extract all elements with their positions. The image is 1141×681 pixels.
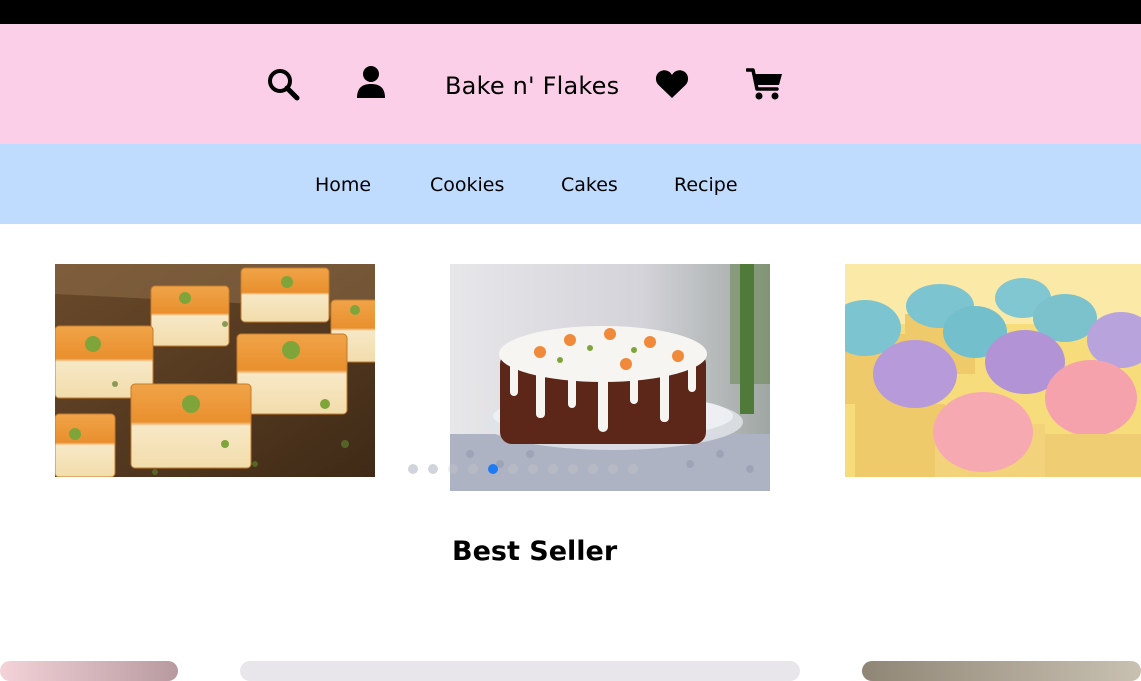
user-icon[interactable] [356,66,386,98]
carousel-dot-8[interactable] [548,464,558,474]
carousel-slide-pastry-squares[interactable] [55,264,375,477]
brand-name[interactable]: Bake n' Flakes [445,72,619,100]
carousel-slide-carrot-cake[interactable] [450,264,770,491]
carousel-dot-5-active[interactable] [488,464,498,474]
search-icon[interactable] [266,67,300,101]
product-card-3[interactable] [862,661,1141,681]
product-card-1[interactable] [0,661,178,681]
cart-icon[interactable] [746,67,784,101]
product-card-2[interactable] [240,661,800,681]
carousel-dot-10[interactable] [588,464,598,474]
top-black-bar [0,0,1141,24]
carousel-dot-6[interactable] [508,464,518,474]
carousel-dot-11[interactable] [608,464,618,474]
carousel-dot-7[interactable] [528,464,538,474]
best-seller-heading: Best Seller [452,536,618,567]
nav-home[interactable]: Home [315,173,371,197]
nav-cookies[interactable]: Cookies [430,173,504,197]
carousel-dot-2[interactable] [428,464,438,474]
nav-cakes[interactable]: Cakes [561,173,618,197]
carousel-dot-4[interactable] [468,464,478,474]
nav-recipe[interactable]: Recipe [674,173,738,197]
carousel-dot-9[interactable] [568,464,578,474]
carousel-dot-12[interactable] [628,464,638,474]
carousel-dot-1[interactable] [408,464,418,474]
carousel-dot-3[interactable] [448,464,458,474]
heart-icon[interactable] [655,69,689,99]
carousel-slide-cupcakes[interactable] [845,264,1141,477]
